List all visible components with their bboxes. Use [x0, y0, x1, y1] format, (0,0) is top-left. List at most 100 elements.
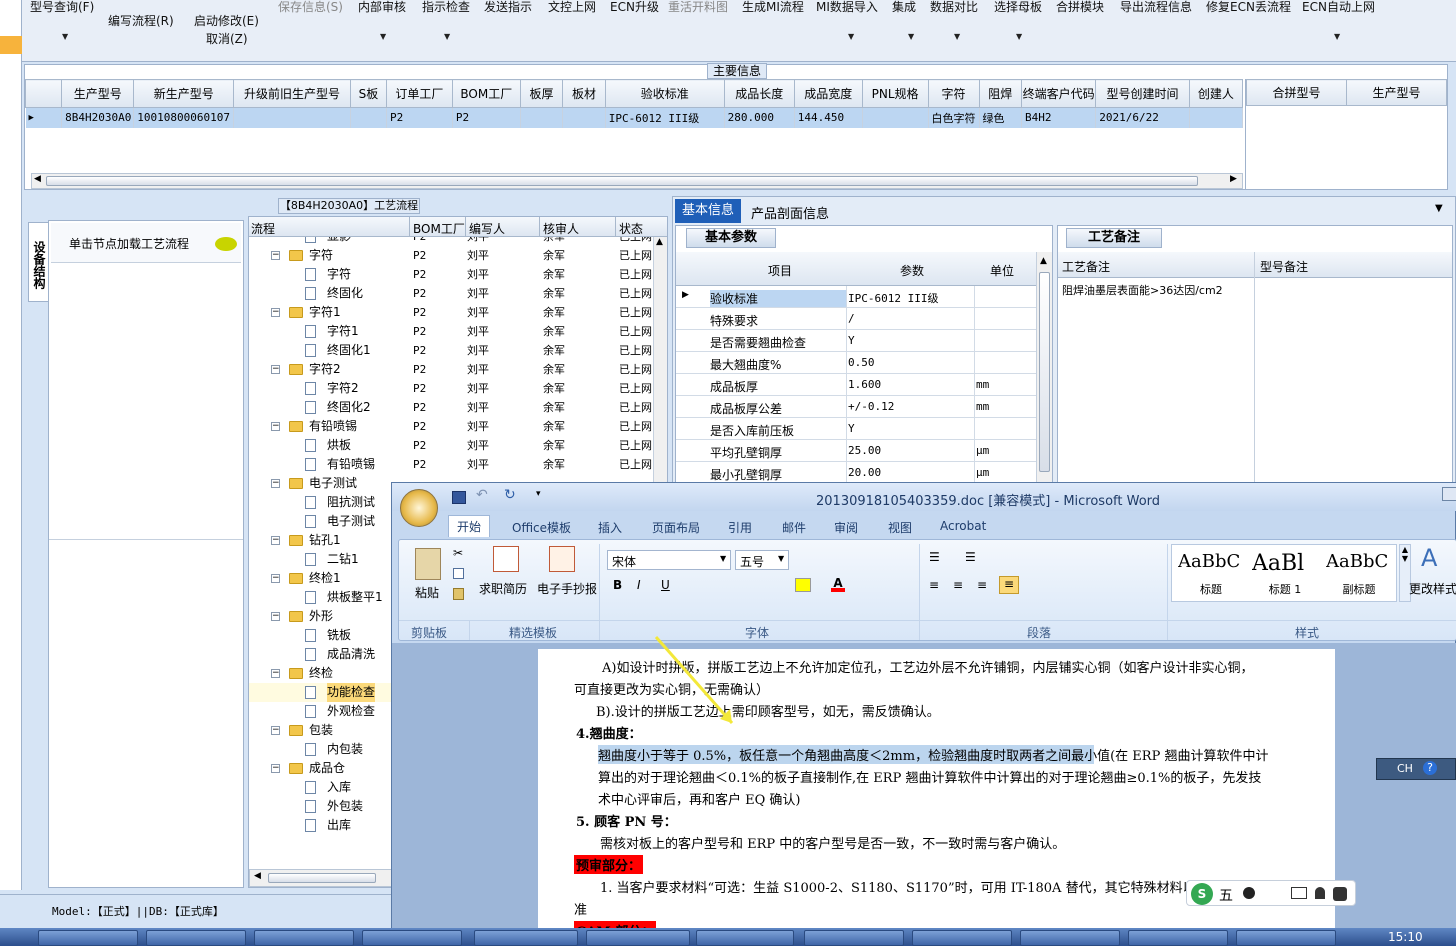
main-col-header[interactable]: 验收标准: [604, 79, 725, 108]
params-vscroll[interactable]: ▲: [1036, 252, 1052, 494]
main-cell[interactable]: [862, 107, 929, 128]
main-info-hscroll[interactable]: ◀ ▶: [31, 173, 1243, 189]
ribbon-tab[interactable]: Acrobat: [940, 519, 986, 533]
punct-icon[interactable]: [1243, 887, 1255, 899]
collapse-toggle-icon[interactable]: −: [271, 764, 280, 773]
underline-button[interactable]: U: [661, 578, 670, 592]
main-col-header[interactable]: 升级前旧生产型号: [233, 79, 351, 108]
taskbar-button[interactable]: [912, 930, 1012, 946]
param-value[interactable]: 25.00: [848, 444, 881, 457]
main-col-header[interactable]: S板: [349, 79, 388, 108]
param-value[interactable]: Y: [848, 334, 855, 347]
dropdown-caret-icon[interactable]: ▼: [1334, 32, 1340, 41]
style-preset[interactable]: AaBl 标题 1: [1250, 547, 1320, 599]
toolbar-button[interactable]: 合拼模块: [1056, 0, 1104, 15]
param-row[interactable]: 平均孔壁铜厚 25.00 μm: [676, 440, 1036, 462]
tree-leaf-node[interactable]: 烘板 P2 刘平 余军 已上网: [249, 436, 653, 455]
param-value[interactable]: 20.00: [848, 466, 881, 479]
align-left-icon[interactable]: ≡: [929, 578, 939, 592]
collapse-toggle-icon[interactable]: −: [271, 612, 280, 621]
col-item[interactable]: 项目: [768, 262, 792, 279]
tree-leaf-node[interactable]: 终固化1 P2 刘平 余军 已上网: [249, 341, 653, 360]
taskbar-button[interactable]: [1128, 930, 1228, 946]
ime-language-bar[interactable]: CH ?: [1376, 758, 1456, 780]
merge-prod-col-header[interactable]: 生产型号: [1346, 79, 1447, 106]
collapse-toggle-icon[interactable]: −: [271, 365, 280, 374]
remark-tab[interactable]: 工艺备注: [1066, 228, 1162, 248]
flow-col-header[interactable]: 核审人: [543, 220, 579, 237]
cut-icon[interactable]: ✂: [453, 546, 463, 560]
dropdown-caret-icon[interactable]: ▼: [1016, 32, 1022, 41]
paste-icon[interactable]: [415, 548, 441, 580]
taskbar-button[interactable]: [474, 930, 578, 946]
toolbar-button[interactable]: 集成: [892, 0, 916, 15]
main-col-header[interactable]: 阻焊: [978, 79, 1022, 108]
ribbon-tab[interactable]: 开始: [448, 515, 491, 537]
flow-col-header[interactable]: 状态: [619, 220, 643, 237]
copy-icon[interactable]: [453, 568, 464, 579]
main-cell[interactable]: 白色字符: [928, 107, 980, 128]
taskbar-button[interactable]: [146, 930, 246, 946]
taskbar-button[interactable]: [362, 930, 462, 946]
col-param[interactable]: 参数: [900, 262, 924, 279]
format-painter-icon[interactable]: [453, 588, 464, 600]
main-cell[interactable]: [350, 107, 388, 128]
main-cell[interactable]: 280.000: [724, 107, 795, 128]
toolbar-button[interactable]: 导出流程信息: [1120, 0, 1192, 15]
scroll-left-arrow[interactable]: ◀: [34, 174, 41, 184]
font-size-box[interactable]: 五号 ▼: [735, 550, 789, 570]
italic-button[interactable]: I: [637, 578, 641, 592]
tree-leaf-node[interactable]: 终固化2 P2 刘平 余军 已上网: [249, 398, 653, 417]
param-value[interactable]: /: [848, 312, 855, 325]
collapse-toggle-icon[interactable]: −: [271, 669, 280, 678]
flow-scroll-left[interactable]: ◀: [254, 871, 261, 881]
param-value[interactable]: IPC-6012 III级: [848, 290, 938, 306]
ribbon-tab[interactable]: Office模板: [512, 519, 571, 536]
main-col-header[interactable]: 订单工厂: [386, 79, 453, 108]
tree-leaf-node[interactable]: 字符1 P2 刘平 余军 已上网: [249, 322, 653, 341]
equipment-tab[interactable]: 设备结构: [28, 222, 48, 302]
basic-params-tab[interactable]: 基本参数: [686, 228, 776, 248]
ribbon-tab[interactable]: 插入: [598, 519, 622, 536]
justify-icon[interactable]: ≡: [999, 576, 1019, 594]
font-size-dropdown-icon[interactable]: ▼: [778, 554, 784, 563]
collapse-toggle-icon[interactable]: −: [271, 422, 280, 431]
taskbar-button[interactable]: [1020, 930, 1120, 946]
tree-leaf-node[interactable]: 字符2 P2 刘平 余军 已上网: [249, 379, 653, 398]
bold-button[interactable]: B: [613, 578, 622, 592]
main-cell[interactable]: P2: [452, 107, 521, 128]
taskbar-button[interactable]: [696, 930, 794, 946]
merge-col-header[interactable]: 合拼型号: [1246, 79, 1347, 106]
tree-leaf-node[interactable]: 显影 P2 刘平 余军 已上网: [249, 237, 653, 246]
main-col-header[interactable]: 创建人: [1188, 79, 1243, 108]
main-col-header[interactable]: PNL规格: [861, 79, 929, 108]
bullets-icon[interactable]: ☰: [929, 550, 940, 564]
toolbar-button[interactable]: 数据对比: [930, 0, 978, 15]
font-color-icon[interactable]: A: [831, 576, 845, 592]
vscroll-up-arrow[interactable]: ▲: [656, 237, 663, 247]
main-col-header[interactable]: 成品宽度: [793, 79, 863, 108]
ribbon-tab[interactable]: 视图: [888, 519, 912, 536]
tree-leaf-node[interactable]: 终固化 P2 刘平 余军 已上网: [249, 284, 653, 303]
toolbar-button[interactable]: MI数据导入: [816, 0, 878, 15]
main-col-header[interactable]: 板厚: [519, 79, 564, 108]
toolbar-button[interactable]: ECN升级: [610, 0, 659, 15]
main-cell[interactable]: [562, 107, 606, 128]
main-col-header[interactable]: 字符: [927, 79, 980, 108]
toolbar-button[interactable]: 发送指示: [484, 0, 532, 15]
param-row[interactable]: 特殊要求 /: [676, 308, 1036, 330]
collapse-toggle-icon[interactable]: −: [271, 536, 280, 545]
main-col-header[interactable]: 成品长度: [723, 79, 795, 108]
main-cell[interactable]: 144.450: [794, 107, 863, 128]
param-row[interactable]: 最大翘曲度% 0.50: [676, 352, 1036, 374]
tree-folder-node[interactable]: − 有铅喷锡 P2 刘平 余军 已上网: [249, 417, 653, 436]
param-value[interactable]: 1.600: [848, 378, 881, 391]
col-unit[interactable]: 单位: [990, 262, 1014, 279]
main-cell[interactable]: P2: [386, 107, 453, 128]
clock[interactable]: 15:10: [1388, 930, 1423, 944]
remark-col-process[interactable]: 工艺备注: [1062, 258, 1110, 275]
template-handcopy[interactable]: 电子手抄报: [537, 580, 597, 597]
taskbar-button[interactable]: [38, 930, 138, 946]
main-col-header[interactable]: 型号创建时间: [1095, 79, 1190, 108]
main-col-header[interactable]: 新生产型号: [133, 79, 235, 108]
